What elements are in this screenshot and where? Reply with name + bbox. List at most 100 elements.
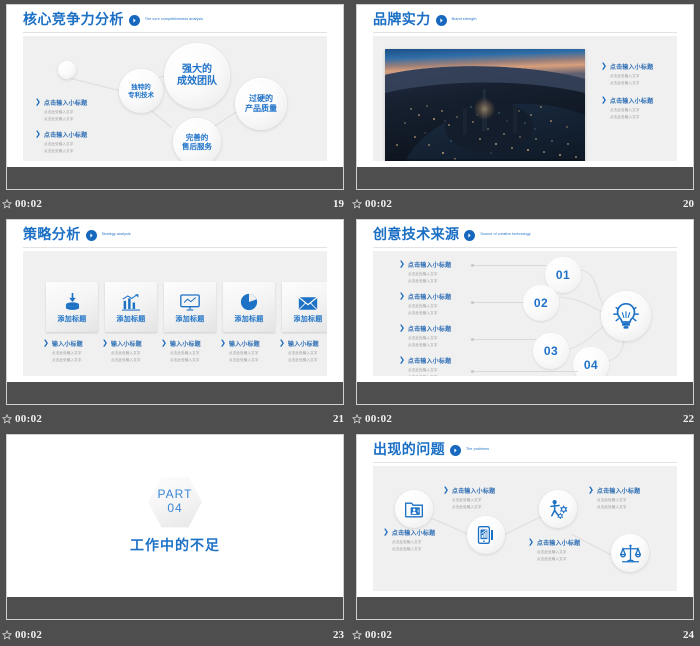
bullet-lines: 点击此处输入文字 点击此处输入文字 bbox=[610, 107, 653, 121]
bullet-line: 点击此处输入文字 bbox=[408, 336, 438, 340]
bubble-quality[interactable]: 过硬的 产品质量 bbox=[235, 78, 287, 130]
slide-content-panel: 独特的 专利技术 强大的 成效团队 过硬的 产品质量 完善的 售后服务 ❯ 点击输入小标题… bbox=[23, 36, 327, 161]
database-download-icon bbox=[64, 291, 81, 311]
lightbulb-idea-icon bbox=[613, 302, 639, 329]
arrow-right-icon bbox=[464, 229, 476, 241]
bullet-block[interactable]: ❯ 输入小标题 点击此处输入文字 点击此处输入文字 bbox=[279, 339, 319, 364]
bullet-block[interactable]: ❯点击输入小标题 点击此处输入文字 点击此处输入文字 bbox=[443, 486, 495, 511]
star-icon[interactable] bbox=[2, 414, 12, 424]
slide-footer bbox=[7, 597, 343, 619]
bar-chart-growth-icon bbox=[122, 291, 140, 311]
bullet-block[interactable]: ❯点击输入小标题 点击此处输入文字 点击此处输入文字 bbox=[399, 356, 451, 376]
bullet-lines: 点击此处输入文字 点击此处输入文字 bbox=[288, 350, 319, 364]
problem-node-1[interactable] bbox=[395, 490, 433, 528]
star-icon[interactable] bbox=[352, 414, 362, 424]
slide-header: 核心竞争力分析 The core competitiveness analysi… bbox=[23, 13, 203, 27]
slide-footer bbox=[7, 382, 343, 404]
footer-left: 00:02 bbox=[352, 629, 392, 641]
slide-20[interactable]: 品牌实力 Brand strength ❯ 点击输入小标题 点击此处输入文字 点… bbox=[356, 4, 694, 190]
bullet-line: 点击此处输入文字 bbox=[111, 351, 141, 355]
page-subtitle: Source of creative technology bbox=[480, 232, 531, 237]
strategy-card[interactable]: 添加标题 bbox=[164, 282, 216, 332]
step-node-03[interactable]: 03 bbox=[533, 333, 569, 369]
bullet-block[interactable]: ❯点击输入小标题 点击此处输入文字 点击此处输入文字 bbox=[588, 486, 640, 511]
bullet-block[interactable]: ❯点击输入小标题 点击此处输入文字 点击此处输入文字 bbox=[601, 62, 653, 87]
city-night-photo[interactable] bbox=[385, 49, 585, 161]
bullet-line: 点击此处输入文字 bbox=[229, 351, 259, 355]
bullet-block[interactable]: ❯点击输入小标题 点击此处输入文字 点击此处输入文字 bbox=[383, 528, 435, 553]
card-label: 添加标题 bbox=[116, 314, 146, 323]
chevron-right-icon: ❯ bbox=[601, 97, 607, 104]
slide-22[interactable]: 创意技术来源 Source of creative technology 01 … bbox=[356, 219, 694, 405]
page-title: 出现的问题 bbox=[373, 442, 445, 458]
problem-node-2[interactable] bbox=[467, 516, 505, 554]
lightbulb-idea-node[interactable] bbox=[601, 291, 651, 341]
footer-left: 00:02 bbox=[2, 198, 42, 210]
slide-19[interactable]: 核心竞争力分析 The core competitiveness analysi… bbox=[6, 4, 344, 190]
star-icon[interactable] bbox=[2, 630, 12, 640]
problem-node-4[interactable] bbox=[611, 534, 649, 572]
bullet-lines: 点击此处输入文字 点击此处输入文字 bbox=[44, 141, 87, 155]
strategy-card[interactable]: 添加标题 bbox=[105, 282, 157, 332]
bullet-title: 点击输入小标题 bbox=[596, 488, 641, 495]
card-label: 添加标题 bbox=[57, 314, 87, 323]
bullet-block[interactable]: ❯点击输入小标题 点击此处输入文字 点击此处输入文字 bbox=[399, 260, 451, 285]
slide-thumbnail-grid: 核心竞争力分析 The core competitiveness analysi… bbox=[0, 0, 700, 646]
star-icon[interactable] bbox=[352, 630, 362, 640]
slide-footer bbox=[357, 597, 693, 619]
bullet-line: 点击此处输入文字 bbox=[537, 550, 567, 554]
thumb-footer-20: 00:02 20 bbox=[350, 193, 700, 215]
bullet-lines: 点击此处输入文字 点击此处输入文字 bbox=[408, 335, 451, 349]
bullet-line: 点击此处输入文字 bbox=[52, 351, 82, 355]
bullet-lines: 点击此处输入文字 点击此处输入文字 bbox=[52, 350, 83, 364]
bullet-title: 点击输入小标题 bbox=[391, 530, 436, 537]
strategy-card[interactable]: 添加标题 bbox=[282, 282, 327, 332]
step-node-04[interactable]: 04 bbox=[573, 347, 609, 376]
bubble-label: 完善的 售后服务 bbox=[182, 132, 212, 151]
slide-24[interactable]: 出现的问题 The problems ❯ 点击输入小标题 点击此处输入文字 点击… bbox=[356, 434, 694, 620]
bullet-title: 点击输入小标题 bbox=[407, 358, 452, 365]
chevron-right-icon: ❯ bbox=[161, 340, 167, 347]
bullet-block[interactable]: ❯点击输入小标题 点击此处输入文字 点击此处输入文字 bbox=[601, 96, 653, 121]
arrow-right-icon bbox=[450, 444, 461, 456]
bullet-block[interactable]: ❯点击输入小标题 点击此处输入文字 点击此处输入文字 bbox=[528, 538, 580, 563]
card-label: 添加标题 bbox=[234, 314, 264, 323]
footer-time: 00:02 bbox=[15, 629, 43, 641]
footer-time: 00:02 bbox=[365, 413, 393, 425]
slide-21[interactable]: 策略分析 Strategy analysis 添加标题 添加标题 添加标题 添加… bbox=[6, 219, 344, 405]
bullet-block[interactable]: ❯ 输入小标题 点击此处输入文字 点击此处输入文字 bbox=[43, 339, 83, 364]
star-icon[interactable] bbox=[2, 199, 12, 209]
bubble-patent[interactable]: 独特的 专利技术 bbox=[119, 69, 163, 113]
bullet-block[interactable]: ❯点击输入小标题 点击此处输入文字 点击此处输入文字 bbox=[35, 130, 87, 155]
page-subtitle: Strategy analysis bbox=[101, 232, 131, 237]
page-subtitle: Brand strength bbox=[451, 17, 477, 22]
strategy-card[interactable]: 添加标题 bbox=[46, 282, 98, 332]
strategy-card[interactable]: 添加标题 bbox=[223, 282, 275, 332]
bullet-line: 点击此处输入文字 bbox=[610, 114, 640, 119]
bullet-block[interactable]: ❯点击输入小标题 点击此处输入文字 点击此处输入文字 bbox=[399, 292, 451, 317]
bullet-title: 点击输入小标题 bbox=[407, 262, 452, 269]
bullet-line: 点击此处输入文字 bbox=[408, 278, 438, 283]
thumb-footer-21: 00:02 21 bbox=[0, 408, 350, 430]
bullet-block[interactable]: ❯点击输入小标题 点击此处输入文字 点击此处输入文字 bbox=[35, 98, 87, 123]
bullet-block[interactable]: ❯ 输入小标题 点击此处输入文字 点击此处输入文字 bbox=[161, 339, 201, 364]
problem-node-3[interactable] bbox=[539, 490, 577, 528]
slide-footer bbox=[357, 382, 693, 404]
bubble-service[interactable]: 完善的 售后服务 bbox=[173, 118, 221, 161]
bullet-line: 点击此处输入文字 bbox=[44, 116, 74, 121]
bubble-blank[interactable] bbox=[58, 61, 76, 79]
bullet-lines: 点击此处输入文字 点击此处输入文字 bbox=[408, 271, 451, 285]
star-icon[interactable] bbox=[352, 199, 362, 209]
bullet-lines: 点击此处输入文字 点击此处输入文字 bbox=[229, 350, 260, 364]
bullet-block[interactable]: ❯ 输入小标题 点击此处输入文字 点击此处输入文字 bbox=[102, 339, 142, 364]
footer-time: 00:02 bbox=[15, 198, 43, 210]
bullet-block[interactable]: ❯ 输入小标题 点击此处输入文字 点击此处输入文字 bbox=[220, 339, 260, 364]
bullet-line: 点击此处输入文字 bbox=[408, 310, 438, 315]
bullet-block[interactable]: ❯点击输入小标题 点击此处输入文字 点击此处输入文字 bbox=[399, 324, 451, 349]
slide-23[interactable]: PART 04 工作中的不足 bbox=[6, 434, 344, 620]
bubble-team[interactable]: 强大的 成效团队 bbox=[164, 43, 230, 109]
slide-cell-22: 创意技术来源 Source of creative technology 01 … bbox=[350, 215, 700, 430]
step-node-02[interactable]: 02 bbox=[523, 285, 559, 321]
chevron-right-icon: ❯ bbox=[399, 293, 405, 300]
chevron-right-icon: ❯ bbox=[35, 131, 41, 138]
